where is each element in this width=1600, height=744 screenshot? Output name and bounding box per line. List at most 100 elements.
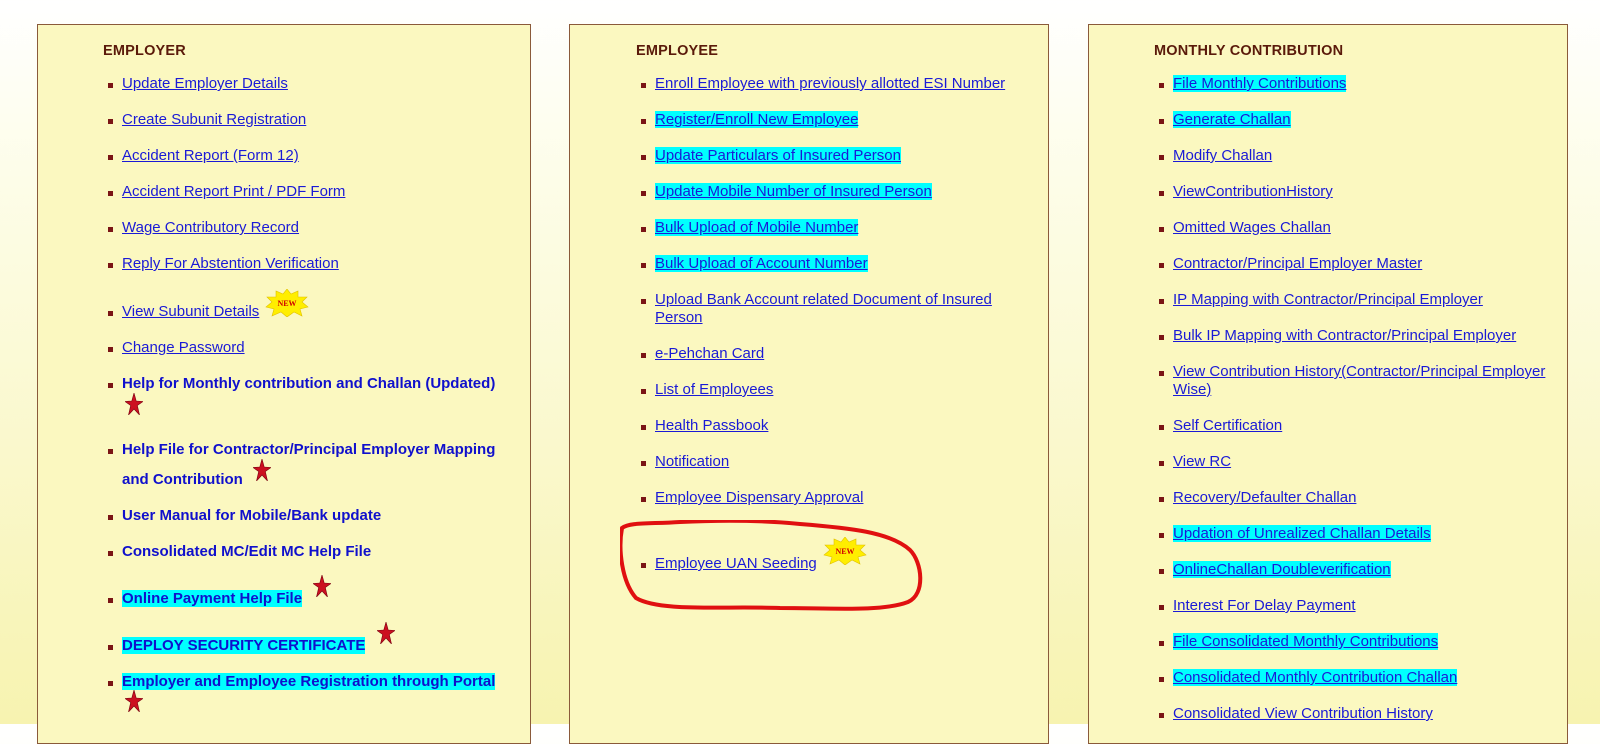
view-contribution-history-contractor-link[interactable]: View Contribution History(Contractor/Pri…: [1173, 363, 1545, 380]
upload-bank-document-link-line2[interactable]: Person: [655, 309, 703, 326]
list-item: User Manual for Mobile/Bank update: [108, 507, 381, 525]
list-item-continuation: Person: [655, 309, 703, 327]
list-item: Modify Challan: [1159, 147, 1272, 165]
update-particulars-ip-link[interactable]: Update Particulars of Insured Person: [655, 147, 901, 164]
employee-title: EMPLOYEE: [636, 43, 719, 59]
modify-challan-link[interactable]: Modify Challan: [1173, 147, 1272, 164]
red-star-icon: [125, 393, 143, 415]
red-star-icon: [125, 690, 143, 712]
health-passbook-link[interactable]: Health Passbook: [655, 417, 768, 434]
svg-text:NEW: NEW: [277, 299, 296, 308]
omitted-wages-challan-link[interactable]: Omitted Wages Challan: [1173, 219, 1331, 236]
list-item: Upload Bank Account related Document of …: [641, 291, 992, 309]
user-manual-mobile-bank-link[interactable]: User Manual for Mobile/Bank update: [122, 507, 381, 524]
employer-title: EMPLOYER: [103, 43, 186, 59]
help-monthly-contribution-link[interactable]: Help for Monthly contribution and Challa…: [122, 375, 495, 392]
list-item: Health Passbook: [641, 417, 768, 435]
create-subunit-registration-link[interactable]: Create Subunit Registration: [122, 111, 306, 128]
consolidated-view-contribution-history-link[interactable]: Consolidated View Contribution History: [1173, 705, 1433, 722]
view-rc-link[interactable]: View RC: [1173, 453, 1231, 470]
list-item: Interest For Delay Payment: [1159, 597, 1356, 615]
list-item: Online Payment Help File: [108, 590, 303, 608]
list-item: File Consolidated Monthly Contributions: [1159, 633, 1439, 651]
online-payment-help-link[interactable]: Online Payment Help File: [122, 590, 303, 607]
list-item: Generate Challan: [1159, 111, 1291, 129]
list-item: Update Employer Details: [108, 75, 288, 93]
file-monthly-contributions-link[interactable]: File Monthly Contributions: [1173, 75, 1347, 92]
list-item: Omitted Wages Challan: [1159, 219, 1331, 237]
red-star-icon: [253, 459, 271, 481]
red-star-icon: [377, 622, 395, 644]
self-certification-link[interactable]: Self Certification: [1173, 417, 1282, 434]
bulk-upload-mobile-link[interactable]: Bulk Upload of Mobile Number: [655, 219, 859, 236]
recovery-defaulter-challan-link[interactable]: Recovery/Defaulter Challan: [1173, 489, 1356, 506]
view-subunit-details-link[interactable]: View Subunit Details: [122, 303, 259, 320]
consolidated-monthly-contribution-challan-link[interactable]: Consolidated Monthly Contribution Challa…: [1173, 669, 1458, 686]
list-item: View Subunit Details: [108, 303, 259, 321]
upload-bank-document-link[interactable]: Upload Bank Account related Document of …: [655, 291, 992, 308]
list-item: ViewContributionHistory: [1159, 183, 1333, 201]
list-item: Consolidated MC/Edit MC Help File: [108, 543, 371, 561]
accident-report-form12-link[interactable]: Accident Report (Form 12): [122, 147, 299, 164]
online-challan-doubleverification-link[interactable]: OnlineChallan Doubleverification: [1173, 561, 1391, 578]
red-annotation-circle: [620, 520, 923, 611]
list-item: View Contribution History(Contractor/Pri…: [1159, 363, 1545, 381]
list-item: Register/Enroll New Employee: [641, 111, 859, 129]
bulk-ip-mapping-link[interactable]: Bulk IP Mapping with Contractor/Principa…: [1173, 327, 1516, 344]
enroll-employee-previous-esi-link[interactable]: Enroll Employee with previously allotted…: [655, 75, 1005, 92]
notification-link[interactable]: Notification: [655, 453, 729, 470]
consolidated-mc-help-link[interactable]: Consolidated MC/Edit MC Help File: [122, 543, 371, 560]
list-item: Recovery/Defaulter Challan: [1159, 489, 1356, 507]
accident-report-print-link[interactable]: Accident Report Print / PDF Form: [122, 183, 345, 200]
change-password-link[interactable]: Change Password: [122, 339, 245, 356]
list-item: Update Mobile Number of Insured Person: [641, 183, 932, 201]
list-item: Notification: [641, 453, 729, 471]
list-item-continuation: and Contribution: [122, 471, 243, 489]
ip-mapping-link[interactable]: IP Mapping with Contractor/Principal Emp…: [1173, 291, 1483, 308]
view-contribution-history-contractor-link-line2[interactable]: Wise): [1173, 381, 1211, 398]
employer-panel: EMPLOYER Update Employer Details Create …: [37, 24, 531, 744]
list-item: Employer and Employee Registration throu…: [108, 673, 496, 691]
employer-employee-registration-link[interactable]: Employer and Employee Registration throu…: [122, 673, 496, 690]
contractor-employer-master-link[interactable]: Contractor/Principal Employer Master: [1173, 255, 1422, 272]
new-badge-icon: NEW: [265, 289, 309, 317]
update-employer-details-link[interactable]: Update Employer Details: [122, 75, 288, 92]
reply-abstention-verification-link[interactable]: Reply For Abstention Verification: [122, 255, 339, 272]
list-item: View RC: [1159, 453, 1231, 471]
list-item-continuation: Wise): [1173, 381, 1211, 399]
employee-dispensary-approval-link[interactable]: Employee Dispensary Approval: [655, 489, 863, 506]
list-item: Update Particulars of Insured Person: [641, 147, 901, 165]
list-item: Change Password: [108, 339, 245, 357]
list-item: Updation of Unrealized Challan Details: [1159, 525, 1431, 543]
list-item: Bulk Upload of Mobile Number: [641, 219, 859, 237]
generate-challan-link[interactable]: Generate Challan: [1173, 111, 1291, 128]
e-pehchan-card-link[interactable]: e-Pehchan Card: [655, 345, 764, 362]
list-item: Consolidated Monthly Contribution Challa…: [1159, 669, 1458, 687]
wage-contributory-record-link[interactable]: Wage Contributory Record: [122, 219, 299, 236]
list-item: File Monthly Contributions: [1159, 75, 1347, 93]
list-item: Self Certification: [1159, 417, 1282, 435]
list-item: DEPLOY SECURITY CERTIFICATE: [108, 637, 366, 655]
help-file-contractor-mapping-link-line2[interactable]: and Contribution: [122, 471, 243, 488]
interest-delay-payment-link[interactable]: Interest For Delay Payment: [1173, 597, 1356, 614]
view-contribution-history-link[interactable]: ViewContributionHistory: [1173, 183, 1333, 200]
list-item: Help for Monthly contribution and Challa…: [108, 375, 495, 393]
list-item: Accident Report (Form 12): [108, 147, 299, 165]
help-file-contractor-mapping-link[interactable]: Help File for Contractor/Principal Emplo…: [122, 441, 495, 458]
list-item: e-Pehchan Card: [641, 345, 764, 363]
update-mobile-number-ip-link[interactable]: Update Mobile Number of Insured Person: [655, 183, 932, 200]
list-item: Consolidated View Contribution History: [1159, 705, 1433, 723]
list-item: Employee Dispensary Approval: [641, 489, 863, 507]
deploy-security-certificate-link[interactable]: DEPLOY SECURITY CERTIFICATE: [122, 637, 366, 654]
list-item: Help File for Contractor/Principal Emplo…: [108, 441, 495, 459]
list-item: Accident Report Print / PDF Form: [108, 183, 345, 201]
list-item: OnlineChallan Doubleverification: [1159, 561, 1391, 579]
register-enroll-new-employee-link[interactable]: Register/Enroll New Employee: [655, 111, 859, 128]
bulk-upload-account-link[interactable]: Bulk Upload of Account Number: [655, 255, 868, 272]
monthly-contribution-title: MONTHLY CONTRIBUTION: [1154, 43, 1344, 59]
file-consolidated-monthly-contributions-link[interactable]: File Consolidated Monthly Contributions: [1173, 633, 1439, 650]
list-item: Create Subunit Registration: [108, 111, 306, 129]
list-item: List of Employees: [641, 381, 773, 399]
list-of-employees-link[interactable]: List of Employees: [655, 381, 773, 398]
updation-unrealized-challan-link[interactable]: Updation of Unrealized Challan Details: [1173, 525, 1431, 542]
